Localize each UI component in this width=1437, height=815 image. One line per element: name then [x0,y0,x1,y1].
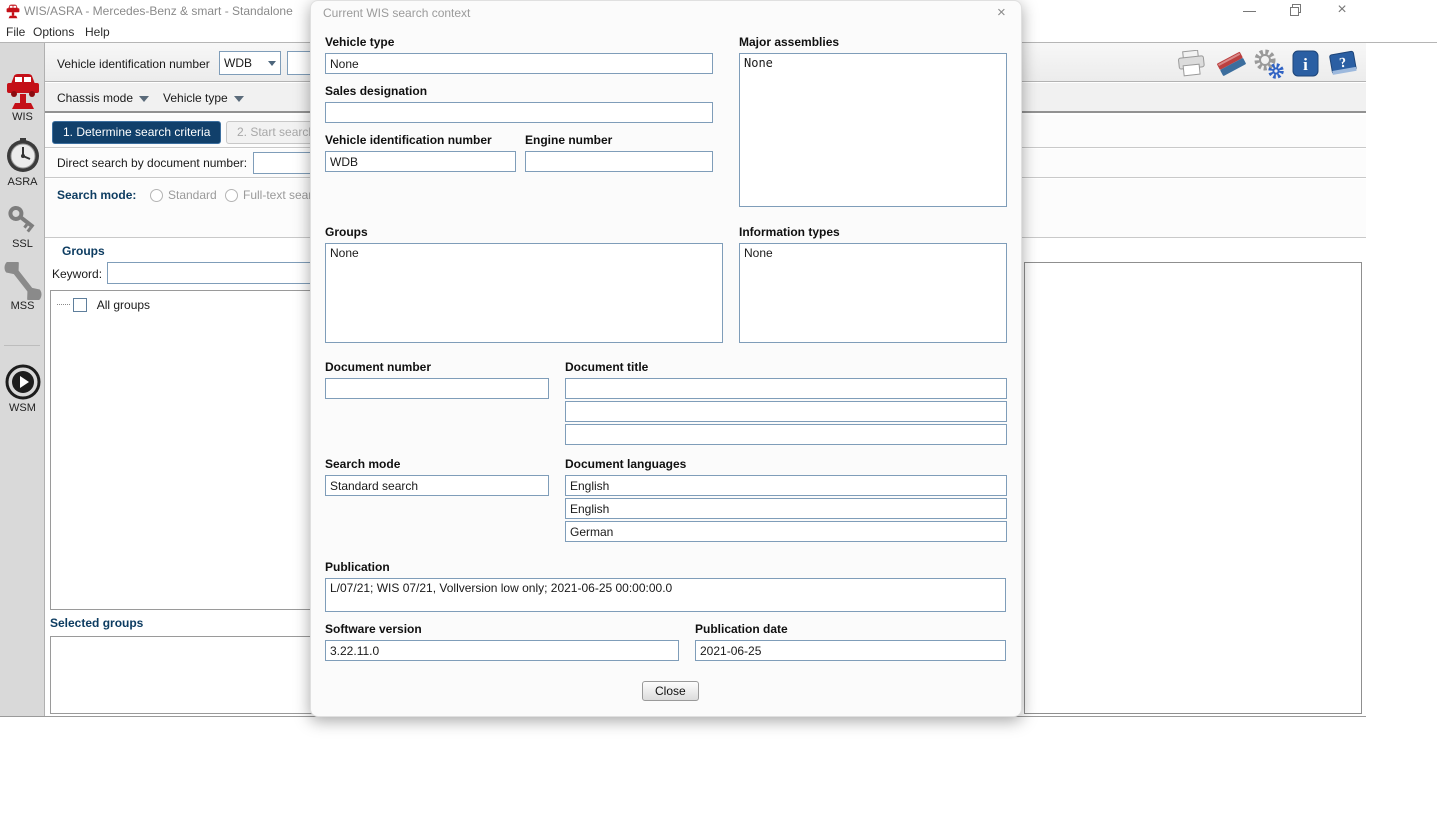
all-groups-label: All groups [97,298,150,312]
selected-groups-title: Selected groups [50,616,143,630]
menu-options[interactable]: Options [33,25,74,39]
window-title: WIS/ASRA - Mercedes-Benz & smart - Stand… [24,4,293,18]
sidebar-item-asra[interactable] [4,136,42,174]
menu-file[interactable]: File [6,25,25,39]
vin-label: Vehicle identification number [57,57,210,71]
vin-prefix-combobox[interactable]: WDB [219,51,281,75]
dialog-groups-label: Groups [325,225,368,239]
clock-icon [4,163,42,177]
eraser-icon[interactable] [1215,48,1247,81]
direct-search-label: Direct search by document number: [57,156,247,170]
dialog-close-button[interactable]: Close [642,681,699,701]
vehicle-type-label: Vehicle type [325,35,394,49]
document-language-field-3[interactable] [565,521,1007,542]
sidebar-label-asra: ASRA [0,176,45,188]
close-window-button[interactable]: × [1327,0,1357,22]
results-panel [1024,262,1362,714]
document-title-label: Document title [565,360,648,374]
publication-date-field[interactable] [695,640,1006,661]
maximize-restore-button[interactable] [1281,0,1311,22]
software-version-label: Software version [325,622,422,636]
menu-help[interactable]: Help [85,25,110,39]
play-circle-icon [5,389,41,403]
sidebar-item-ssl[interactable] [4,200,42,238]
settings-gears-icon[interactable] [1251,48,1285,83]
publication-box[interactable]: L/07/21; WIS 07/21, Vollversion low only… [325,578,1006,612]
sidebar-label-ssl: SSL [0,238,45,250]
sidebar-label-wis: WIS [0,111,45,123]
vehicle-type-label: Vehicle type [163,91,228,105]
sidebar-label-mss: MSS [0,300,45,312]
vehicle-type-field[interactable] [325,53,713,74]
document-languages-label: Document languages [565,457,686,471]
engine-number-label: Engine number [525,133,612,147]
document-title-field-2[interactable] [565,401,1007,422]
sidebar-label-wsm: WSM [0,402,45,414]
keyword-label: Keyword: [52,267,102,281]
vehicle-type-dropdown[interactable]: Vehicle type [163,91,244,105]
print-icon[interactable] [1176,50,1206,81]
help-book-icon[interactable]: ? [1327,48,1359,81]
document-title-field-1[interactable] [565,378,1007,399]
document-number-label: Document number [325,360,431,374]
publication-date-label: Publication date [695,622,788,636]
chevron-down-icon [268,61,276,66]
tree-branch-line [57,304,70,305]
all-groups-checkbox[interactable] [73,298,87,312]
current-wis-search-context-dialog: Current WIS search context × Vehicle typ… [310,0,1022,717]
dialog-close-icon[interactable]: × [997,4,1006,21]
engine-number-field[interactable] [525,151,713,172]
search-mode-standard-radio[interactable] [150,189,163,202]
dialog-search-mode-label: Search mode [325,457,400,471]
sales-designation-field[interactable] [325,102,713,123]
search-mode-fulltext-label: Full-text searc [243,188,310,202]
dialog-vin-field[interactable] [325,151,516,172]
dialog-vin-label: Vehicle identification number [325,133,492,147]
sidebar-item-mss[interactable] [4,262,42,300]
search-mode-standard-label: Standard [168,188,217,202]
app-root: WIS/ASRA - Mercedes-Benz & smart - Stand… [0,0,1437,815]
search-mode-label: Search mode: [57,188,136,202]
document-title-field-3[interactable] [565,424,1007,445]
publication-label: Publication [325,560,390,574]
step1-determine-search-criteria-tab[interactable]: 1. Determine search criteria [52,121,221,144]
software-version-field[interactable] [325,640,679,661]
chassis-mode-dropdown[interactable]: Chassis mode [57,91,149,105]
chevron-down-icon [234,96,244,102]
document-number-field[interactable] [325,378,549,399]
minimize-button[interactable] [1235,0,1265,22]
vin-prefix-value: WDB [224,56,268,70]
groups-panel-title: Groups [62,244,105,258]
info-icon[interactable]: i [1292,50,1319,80]
app-logo-car-icon [5,3,21,22]
sidebar-item-wsm[interactable] [5,364,43,402]
document-language-field-2[interactable] [565,498,1007,519]
sales-designation-label: Sales designation [325,84,427,98]
search-mode-fulltext-radio[interactable] [225,189,238,202]
information-types-label: Information types [739,225,840,239]
sidebar-divider [4,345,40,346]
dialog-search-mode-field[interactable] [325,475,549,496]
dialog-groups-box[interactable]: None [325,243,723,343]
chassis-mode-label: Chassis mode [57,91,133,105]
svg-text:i: i [1303,55,1308,74]
chevron-down-icon [139,96,149,102]
dialog-title: Current WIS search context [323,6,470,20]
major-assemblies-label: Major assemblies [739,35,839,49]
major-assemblies-box[interactable]: None [739,53,1007,207]
sidebar-item-wis[interactable] [4,70,42,108]
document-language-field-1[interactable] [565,475,1007,496]
information-types-box[interactable]: None [739,243,1007,343]
